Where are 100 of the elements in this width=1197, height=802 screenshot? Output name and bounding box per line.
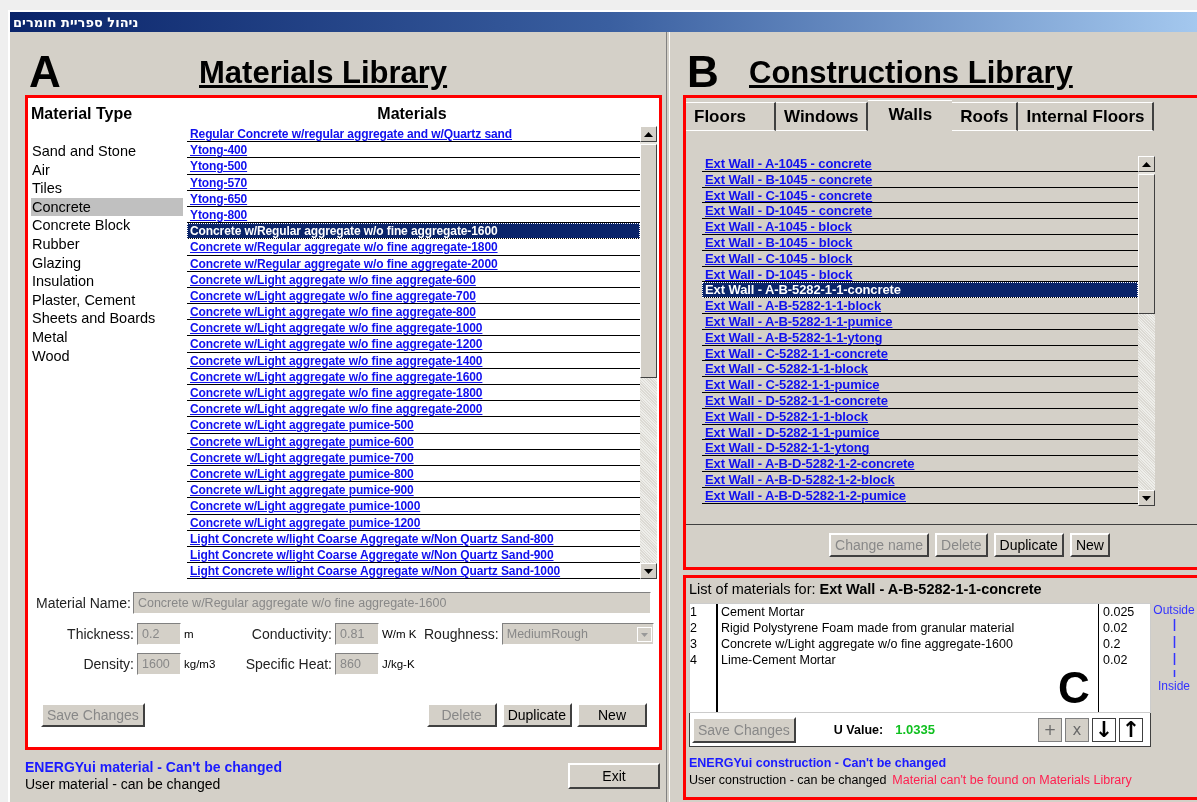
- material-list-item[interactable]: Concrete w/Light aggregate pumice-600: [187, 433, 640, 450]
- material-list-item[interactable]: Light Concrete w/light Coarse Aggregate w/Non Quartz Sand-1000: [187, 563, 640, 580]
- construction-list-item[interactable]: Ext Wall - D-5282-1-1-block: [702, 408, 1138, 425]
- material-list-item[interactable]: Ytong-650: [187, 190, 640, 207]
- construction-list-item[interactable]: Ext Wall - C-1045 - concrete: [702, 187, 1138, 204]
- window-title: ניהול ספריית חומרים: [13, 14, 139, 30]
- section-letter: C: [1058, 668, 1090, 708]
- unit-label: m: [184, 628, 195, 640]
- u-value-label: U Value:: [833, 722, 884, 737]
- field-label: Conductivity:: [251, 626, 332, 642]
- material-list-item[interactable]: Concrete w/Light aggregate pumice-900: [187, 482, 640, 499]
- construction-list-item[interactable]: Ext Wall - C-1045 - block: [702, 250, 1138, 267]
- material-type-item[interactable]: Sand and Stone: [31, 142, 183, 161]
- material-type-item[interactable]: Plaster, Cement: [31, 290, 183, 310]
- action-button[interactable]: New: [1069, 533, 1110, 557]
- material-list-item[interactable]: Concrete w/Regular aggregate w/o fine aggregate-2000: [187, 255, 640, 272]
- exit-button[interactable]: Exit: [568, 763, 660, 789]
- field-label: Thickness:: [67, 626, 134, 642]
- action-button[interactable]: Duplicate: [993, 533, 1064, 557]
- action-button[interactable]: Duplicate: [501, 703, 572, 727]
- material-list-item[interactable]: Concrete w/Light aggregate pumice-700: [187, 449, 640, 466]
- construction-list-item[interactable]: Ext Wall - A-B-5282-1-1-block: [702, 298, 1138, 314]
- dashed-line: [1172, 619, 1176, 677]
- material-list-item[interactable]: Concrete w/Light aggregate pumice-1200: [187, 514, 640, 531]
- table-cell-text: Lime-Cement Mortar: [720, 652, 837, 668]
- list-heading: List of materials for:: [689, 581, 816, 597]
- tab[interactable]: Floors: [686, 102, 776, 131]
- construction-list-item[interactable]: Ext Wall - B-1045 - block: [702, 235, 1138, 251]
- material-type-item[interactable]: Glazing: [31, 253, 183, 273]
- scroll-up-button[interactable]: [640, 126, 657, 142]
- construction-list-item[interactable]: Ext Wall - D-1045 - concrete: [702, 203, 1138, 220]
- material-list-item[interactable]: Ytong-570: [187, 174, 640, 191]
- u-value: 1.0335: [895, 722, 935, 737]
- table-cell-text: 0.02: [1102, 652, 1129, 668]
- material-list-item[interactable]: Concrete w/Light aggregate w/o fine aggregate-1200: [187, 336, 640, 353]
- material-type-item[interactable]: Rubber: [31, 234, 183, 254]
- material-type-item[interactable]: Sheets and Boards: [31, 309, 183, 328]
- material-list-item[interactable]: Ytong-500: [187, 158, 640, 175]
- scrollbar[interactable]: [1138, 156, 1155, 506]
- construction-list-item[interactable]: Ext Wall - D-5282-1-1-concrete: [702, 392, 1138, 409]
- scroll-down-button[interactable]: [640, 563, 657, 580]
- construction-list-item[interactable]: Ext Wall - C-5282-1-1-block: [702, 361, 1138, 378]
- scroll-down-button[interactable]: [1138, 490, 1155, 506]
- tab[interactable]: Windows: [776, 102, 869, 131]
- table-cell-text: 0.02: [1102, 620, 1129, 636]
- construction-list-item[interactable]: Ext Wall - D-5282-1-1-pumice: [702, 424, 1138, 441]
- material-list-item[interactable]: Concrete w/Regular aggregate w/o fine aggregate-1600: [187, 223, 640, 240]
- construction-list-item[interactable]: Ext Wall - D-5282-1-1-ytong: [702, 440, 1138, 457]
- table-cell-text: 1: [690, 604, 698, 620]
- material-list-item[interactable]: Concrete w/Light aggregate w/o fine aggregate-1800: [187, 385, 640, 402]
- material-type-item[interactable]: Wood: [31, 346, 183, 366]
- material-list-item[interactable]: Light Concrete w/light Coarse Aggregate w/Non Quartz Sand-900: [187, 546, 640, 564]
- material-type-item[interactable]: Metal: [31, 327, 183, 347]
- material-list-item[interactable]: Concrete w/Light aggregate w/o fine aggregate-1000: [187, 320, 640, 337]
- material-list-item[interactable]: Ytong-400: [187, 142, 640, 159]
- construction-list-item[interactable]: Ext Wall - C-5282-1-1-pumice: [702, 377, 1138, 393]
- material-list-item[interactable]: Concrete w/Regular aggregate w/o fine aggregate-1800: [187, 239, 640, 256]
- scroll-thumb[interactable]: [1138, 174, 1155, 314]
- material-list-item[interactable]: Concrete w/Light aggregate w/o fine aggregate-800: [187, 304, 640, 321]
- up-triangle-icon: [1142, 161, 1151, 167]
- construction-list-item[interactable]: Ext Wall - A-1045 - concrete: [702, 156, 1138, 172]
- construction-list-item[interactable]: Ext Wall - A-1045 - block: [702, 219, 1138, 235]
- material-list-item[interactable]: Light Concrete w/light Coarse Aggregate w/Non Quartz Sand-800: [187, 530, 640, 547]
- tab[interactable]: Internal Floors: [1018, 102, 1155, 131]
- material-list-item[interactable]: Concrete w/Light aggregate pumice-500: [187, 417, 640, 434]
- scrollbar[interactable]: [640, 126, 657, 580]
- action-button[interactable]: New: [577, 703, 647, 727]
- scroll-up-button[interactable]: [1138, 156, 1155, 172]
- material-list-item[interactable]: Concrete w/Light aggregate w/o fine aggregate-1400: [187, 352, 640, 369]
- table-cell-text: Rigid Polystyrene Foam made from granular material: [720, 620, 1016, 636]
- material-list-item[interactable]: Regular Concrete w/regular aggregate and w/Quartz sand: [187, 126, 640, 143]
- material-list-item[interactable]: Concrete w/Light aggregate w/o fine aggregate-2000: [187, 401, 640, 418]
- construction-list-item[interactable]: Ext Wall - B-1045 - concrete: [702, 171, 1138, 188]
- down-triangle-icon: [644, 568, 653, 574]
- legend-text: ENERGYui construction - Can't be changed: [689, 755, 948, 772]
- construction-list-item[interactable]: Ext Wall - A-B-D-5282-1-2-concrete: [702, 456, 1138, 472]
- column-heading: Materials: [376, 104, 448, 124]
- material-type-item[interactable]: Insulation: [31, 272, 183, 291]
- material-type-item[interactable]: Air: [31, 160, 183, 180]
- material-list-item[interactable]: Concrete w/Light aggregate pumice-800: [187, 465, 640, 483]
- construction-list-item[interactable]: Ext Wall - A-B-5282-1-1-ytong: [702, 329, 1138, 346]
- construction-list-item[interactable]: Ext Wall - A-B-5282-1-1-pumice: [702, 313, 1138, 330]
- construction-list-item[interactable]: Ext Wall - A-B-D-5282-1-2-block: [702, 471, 1138, 488]
- scroll-thumb[interactable]: [640, 144, 657, 378]
- tab[interactable]: Roofs: [952, 102, 1019, 131]
- table-cell-text: 2: [690, 620, 698, 636]
- material-type-item[interactable]: Tiles: [31, 179, 183, 198]
- table-cell-text: 3: [690, 636, 698, 652]
- material-list-item[interactable]: Concrete w/Light aggregate w/o fine aggregate-600: [187, 271, 640, 288]
- construction-list-item[interactable]: Ext Wall - A-B-D-5282-1-2-pumice: [702, 487, 1138, 504]
- section-letter: B: [686, 52, 720, 92]
- tool-button[interactable]: ↑: [1119, 717, 1143, 742]
- material-type-item[interactable]: Concrete Block: [31, 216, 183, 235]
- tool-button[interactable]: ↓: [1092, 717, 1116, 742]
- material-list-item[interactable]: Concrete w/Light aggregate pumice-1000: [187, 498, 640, 515]
- material-list-item[interactable]: Concrete w/Light aggregate w/o fine aggregate-700: [187, 287, 640, 305]
- construction-list-item[interactable]: Ext Wall - A-B-5282-1-1-concrete: [702, 282, 1138, 299]
- material-type-item[interactable]: Concrete: [31, 197, 183, 217]
- material-list-item[interactable]: Concrete w/Light aggregate w/o fine aggregate-1600: [187, 368, 640, 385]
- construction-list-item[interactable]: Ext Wall - C-5282-1-1-concrete: [702, 345, 1138, 362]
